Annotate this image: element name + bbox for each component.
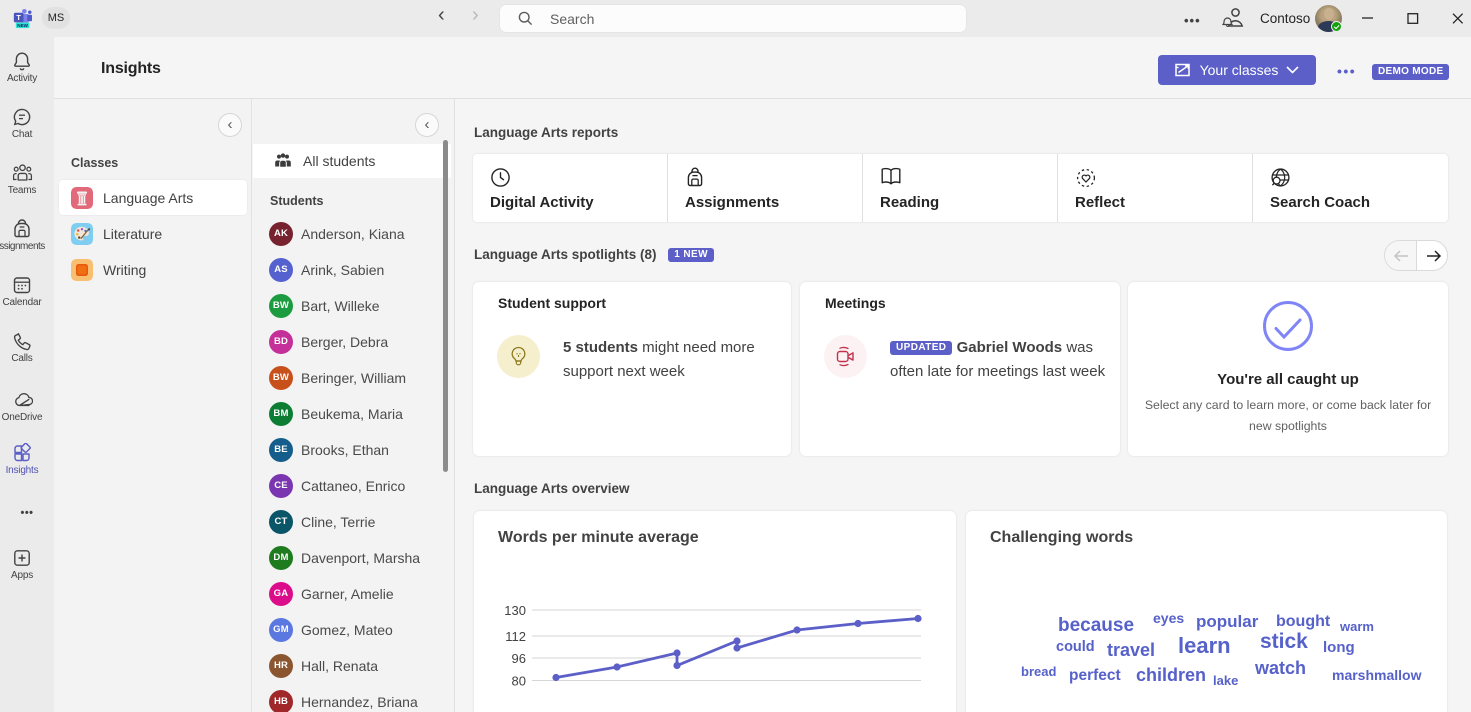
svg-text:96: 96	[512, 651, 526, 666]
svg-text:80: 80	[512, 674, 526, 689]
svg-text:112: 112	[505, 629, 526, 644]
svg-text:130: 130	[504, 603, 526, 618]
svg-text:T: T	[16, 13, 21, 22]
svg-text:NEW: NEW	[17, 23, 28, 28]
